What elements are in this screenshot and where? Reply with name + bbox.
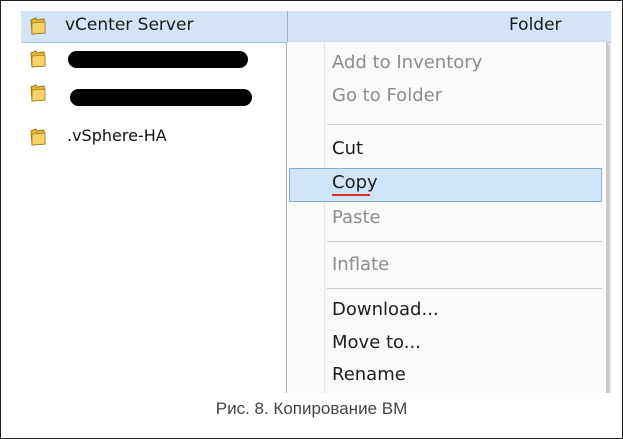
menu-item-go-to-folder[interactable]: Go to Folder xyxy=(332,85,442,106)
menu-item-cut[interactable]: Cut xyxy=(332,138,363,159)
menu-item-inflate[interactable]: Inflate xyxy=(332,254,389,275)
menu-item-paste[interactable]: Paste xyxy=(332,207,381,228)
folder-icon xyxy=(30,128,46,146)
tree-header-row[interactable]: vCenter Server Folder xyxy=(21,11,611,43)
menu-separator xyxy=(327,241,602,242)
figure-frame: vCenter Server Folder .vSphere-HA Add to… xyxy=(0,0,623,439)
menu-item-rename[interactable]: Rename xyxy=(332,364,406,385)
redacted-item-name xyxy=(70,89,252,106)
redacted-item-name xyxy=(68,51,248,68)
menu-separator xyxy=(327,124,602,125)
tree-item-label: .vSphere-HA xyxy=(67,126,167,145)
menu-item-add-to-inventory[interactable]: Add to Inventory xyxy=(332,52,482,73)
menu-item-copy[interactable]: Copy xyxy=(332,172,378,193)
copy-underline-mark xyxy=(332,194,370,196)
folder-icon xyxy=(30,84,46,102)
menu-gutter xyxy=(324,42,325,393)
tree-header-name: vCenter Server xyxy=(65,15,194,35)
screenshot-area: vCenter Server Folder .vSphere-HA Add to… xyxy=(21,11,611,393)
figure-caption: Рис. 8. Копирование ВМ xyxy=(215,399,408,418)
folder-icon xyxy=(30,50,46,68)
menu-separator xyxy=(327,288,602,289)
tree-header-type: Folder xyxy=(509,15,562,35)
menu-item-move-to[interactable]: Move to... xyxy=(332,332,421,353)
menu-item-download[interactable]: Download... xyxy=(332,299,439,320)
column-separator[interactable] xyxy=(287,11,288,42)
context-menu: Add to Inventory Go to Folder Cut Copy P… xyxy=(286,42,608,393)
folder-icon xyxy=(30,17,46,35)
